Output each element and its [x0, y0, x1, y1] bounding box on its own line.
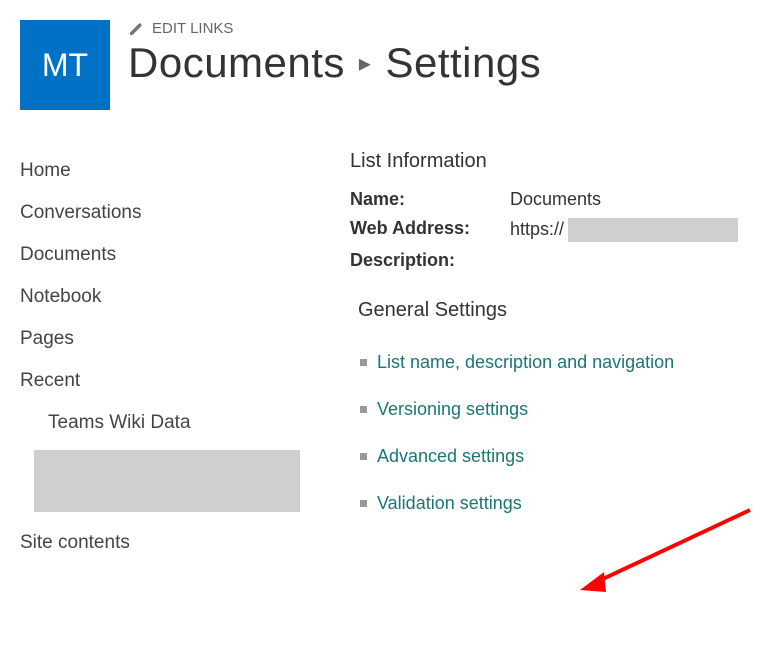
info-web-label: Web Address:	[350, 218, 510, 242]
info-web-row: Web Address: https://	[350, 218, 784, 242]
edit-links-row[interactable]: EDIT LINKS	[128, 20, 784, 37]
pencil-icon	[128, 21, 144, 37]
nav-recent-sub[interactable]: Teams Wiki Data	[20, 402, 310, 444]
bullet-icon	[360, 453, 367, 460]
gs-item-list-name[interactable]: List name, description and navigation	[360, 352, 784, 373]
redacted-block	[34, 450, 300, 512]
site-tile[interactable]: MT	[20, 20, 110, 110]
gs-item-versioning[interactable]: Versioning settings	[360, 399, 784, 420]
nav-notebook[interactable]: Notebook	[20, 276, 310, 318]
breadcrumb-current: Settings	[385, 39, 541, 87]
edit-links-label: EDIT LINKS	[152, 20, 233, 37]
info-name-label: Name:	[350, 189, 510, 210]
content: Home Conversations Documents Notebook Pa…	[0, 110, 784, 564]
bullet-icon	[360, 406, 367, 413]
list-info-heading: List Information	[350, 150, 784, 173]
info-web-prefix: https://	[510, 219, 564, 239]
left-nav: Home Conversations Documents Notebook Pa…	[20, 150, 310, 564]
bullet-icon	[360, 500, 367, 507]
nav-recent[interactable]: Recent	[20, 360, 310, 402]
main: List Information Name: Documents Web Add…	[350, 150, 784, 564]
header-right: EDIT LINKS Documents ▸ Settings	[128, 20, 784, 87]
nav-conversations[interactable]: Conversations	[20, 192, 310, 234]
nav-documents[interactable]: Documents	[20, 234, 310, 276]
nav-home[interactable]: Home	[20, 150, 310, 192]
gs-item-advanced[interactable]: Advanced settings	[360, 446, 784, 467]
redacted-url	[568, 218, 738, 242]
info-name-value: Documents	[510, 189, 601, 210]
chevron-right-icon: ▸	[359, 49, 372, 78]
gs-link-validation[interactable]: Validation settings	[377, 493, 522, 514]
gs-link-versioning[interactable]: Versioning settings	[377, 399, 528, 420]
bullet-icon	[360, 359, 367, 366]
general-settings-heading: General Settings	[358, 299, 784, 322]
breadcrumb-parent[interactable]: Documents	[128, 39, 345, 87]
gs-link-advanced[interactable]: Advanced settings	[377, 446, 524, 467]
header: MT EDIT LINKS Documents ▸ Settings	[0, 0, 784, 110]
gs-link-list-name[interactable]: List name, description and navigation	[377, 352, 674, 373]
breadcrumb: Documents ▸ Settings	[128, 39, 784, 87]
nav-pages[interactable]: Pages	[20, 318, 310, 360]
info-name-row: Name: Documents	[350, 189, 784, 210]
nav-site-contents[interactable]: Site contents	[20, 522, 310, 564]
info-desc-label: Description:	[350, 250, 510, 271]
info-web-value: https://	[510, 218, 738, 242]
info-desc-row: Description:	[350, 250, 784, 271]
gs-item-validation[interactable]: Validation settings	[360, 493, 784, 514]
